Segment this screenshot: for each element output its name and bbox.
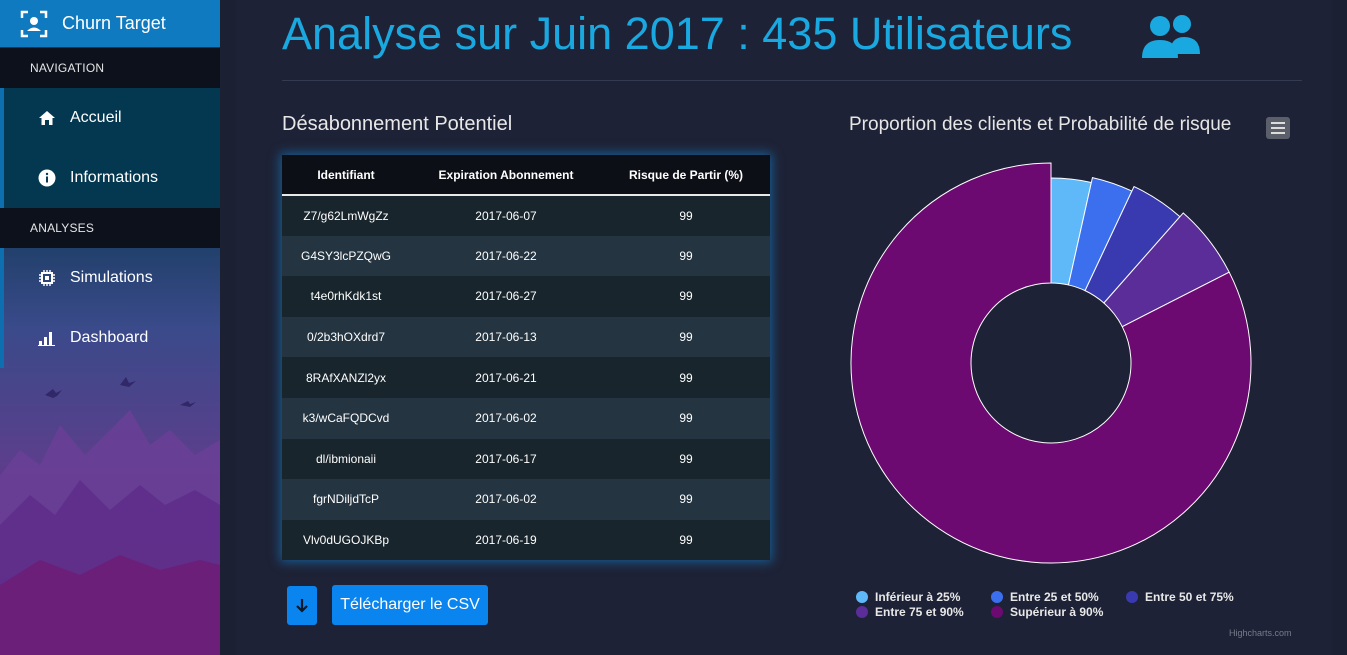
cell-identifiant: k3/wCaFQDCvd bbox=[302, 411, 390, 426]
cell-expiration: 2017-06-19 bbox=[475, 533, 537, 548]
table-header-row: Identifiant Expiration Abonnement Risque… bbox=[282, 155, 770, 195]
cell-risque: 99 bbox=[679, 411, 693, 426]
table-row[interactable]: G4SY3lcPZQwG 2017-06-22 99 bbox=[282, 235, 770, 277]
sidebar: Churn Target NAVIGATION Accueil Informat… bbox=[0, 0, 220, 655]
sidebar-item-informations[interactable]: Informations bbox=[0, 148, 220, 208]
legend-swatch bbox=[856, 606, 868, 618]
page-title: Analyse sur Juin 2017 : 435 Utilisateurs bbox=[282, 8, 1073, 59]
home-icon bbox=[38, 109, 56, 127]
download-csv-button[interactable]: Télécharger le CSV bbox=[332, 585, 488, 625]
legend-item-3[interactable]: Entre 75 et 90% bbox=[856, 605, 964, 619]
file-download-icon[interactable] bbox=[287, 586, 317, 625]
main-content: Analyse sur Juin 2017 : 435 Utilisateurs… bbox=[236, 0, 1332, 655]
sidebar-item-label: Accueil bbox=[70, 109, 122, 126]
cell-identifiant: t4e0rhKdk1st bbox=[310, 289, 382, 304]
sidebar-item-dashboard[interactable]: Dashboard bbox=[0, 308, 220, 368]
cell-risque: 99 bbox=[679, 492, 693, 507]
user-frame-icon bbox=[20, 10, 48, 37]
column-header-expiration[interactable]: Expiration Abonnement bbox=[410, 155, 602, 195]
legend-item-0[interactable]: Inférieur à 25% bbox=[856, 590, 960, 604]
bar-chart-icon bbox=[38, 329, 56, 347]
cell-identifiant: dl/ibmionaii bbox=[315, 451, 377, 466]
cell-identifiant: G4SY3lcPZQwG bbox=[300, 248, 392, 263]
column-header-identifiant[interactable]: Identifiant bbox=[282, 155, 410, 195]
cell-risque: 99 bbox=[679, 248, 693, 263]
brand-header[interactable]: Churn Target bbox=[0, 0, 220, 47]
chart-menu-icon[interactable] bbox=[1266, 117, 1290, 139]
chart-title: Proportion des clients et Probabilité de… bbox=[849, 114, 1232, 135]
cell-identifiant: Z7/g62LmWgZz bbox=[303, 208, 389, 223]
brand-name: Churn Target bbox=[62, 13, 166, 33]
churn-table: Identifiant Expiration Abonnement Risque… bbox=[282, 155, 770, 561]
legend-label: Entre 50 et 75% bbox=[1145, 590, 1234, 604]
table-row[interactable]: Z7/g62LmWgZz 2017-06-07 99 bbox=[282, 195, 770, 236]
sidebar-item-accueil[interactable]: Accueil bbox=[0, 88, 220, 148]
section-analyses: ANALYSES bbox=[0, 208, 220, 248]
table-row[interactable]: dl/ibmionaii 2017-06-17 99 bbox=[282, 438, 770, 480]
legend-label: Entre 25 et 50% bbox=[1010, 590, 1099, 604]
legend-label: Inférieur à 25% bbox=[875, 590, 961, 604]
legend-label: Entre 75 et 90% bbox=[875, 605, 964, 619]
table-row[interactable]: fgrNDiljdTcP 2017-06-02 99 bbox=[282, 479, 770, 520]
cell-risque: 99 bbox=[679, 451, 693, 466]
table-title: Désabonnement Potentiel bbox=[282, 113, 513, 135]
legend-swatch bbox=[1126, 591, 1138, 603]
table-row[interactable]: Vlv0dUGOJKBp 2017-06-19 99 bbox=[282, 519, 770, 561]
cell-expiration: 2017-06-22 bbox=[475, 248, 537, 263]
table-row[interactable]: 0/2b3hOXdrd7 2017-06-13 99 bbox=[282, 316, 770, 358]
legend-swatch bbox=[991, 606, 1003, 618]
donut-chart bbox=[850, 162, 1252, 564]
mountain-background bbox=[0, 377, 220, 655]
cell-identifiant: 8RAfXANZl2yx bbox=[305, 370, 387, 385]
cell-expiration: 2017-06-21 bbox=[475, 370, 537, 385]
legend-swatch bbox=[856, 591, 868, 603]
table-row[interactable]: k3/wCaFQDCvd 2017-06-02 99 bbox=[282, 397, 770, 439]
legend-item-4[interactable]: Supérieur à 90% bbox=[991, 605, 1103, 619]
column-header-risque[interactable]: Risque de Partir (%) bbox=[602, 155, 770, 195]
legend-item-2[interactable]: Entre 50 et 75% bbox=[1126, 590, 1234, 604]
legend-item-1[interactable]: Entre 25 et 50% bbox=[991, 590, 1099, 604]
cell-expiration: 2017-06-17 bbox=[475, 451, 537, 466]
cell-risque: 99 bbox=[679, 330, 693, 345]
chip-icon bbox=[38, 269, 56, 287]
table-row[interactable]: 8RAfXANZl2yx 2017-06-21 99 bbox=[282, 357, 770, 398]
cell-risque: 99 bbox=[679, 208, 693, 223]
legend-swatch bbox=[991, 591, 1003, 603]
users-icon bbox=[1142, 15, 1200, 58]
cell-identifiant: fgrNDiljdTcP bbox=[312, 492, 379, 507]
cell-risque: 99 bbox=[679, 533, 693, 548]
chart-credits[interactable]: Highcharts.com bbox=[1229, 628, 1292, 638]
cell-expiration: 2017-06-02 bbox=[475, 411, 537, 426]
cell-expiration: 2017-06-07 bbox=[475, 208, 537, 223]
section-navigation: NAVIGATION bbox=[0, 48, 220, 88]
info-icon bbox=[38, 169, 56, 187]
cell-expiration: 2017-06-02 bbox=[475, 492, 537, 507]
cell-risque: 99 bbox=[679, 289, 693, 304]
title-divider bbox=[282, 80, 1302, 81]
cell-expiration: 2017-06-13 bbox=[475, 330, 537, 345]
cell-identifiant: 0/2b3hOXdrd7 bbox=[306, 330, 386, 345]
sidebar-item-label: Simulations bbox=[70, 269, 153, 286]
cell-identifiant: Vlv0dUGOJKBp bbox=[302, 533, 390, 548]
sidebar-item-simulations[interactable]: Simulations bbox=[0, 248, 220, 308]
cell-risque: 99 bbox=[679, 370, 693, 385]
cell-expiration: 2017-06-27 bbox=[475, 289, 537, 304]
sidebar-item-label: Dashboard bbox=[70, 329, 149, 346]
legend-label: Supérieur à 90% bbox=[1010, 605, 1104, 619]
sidebar-item-label: Informations bbox=[70, 169, 159, 186]
table-row[interactable]: t4e0rhKdk1st 2017-06-27 99 bbox=[282, 276, 770, 317]
